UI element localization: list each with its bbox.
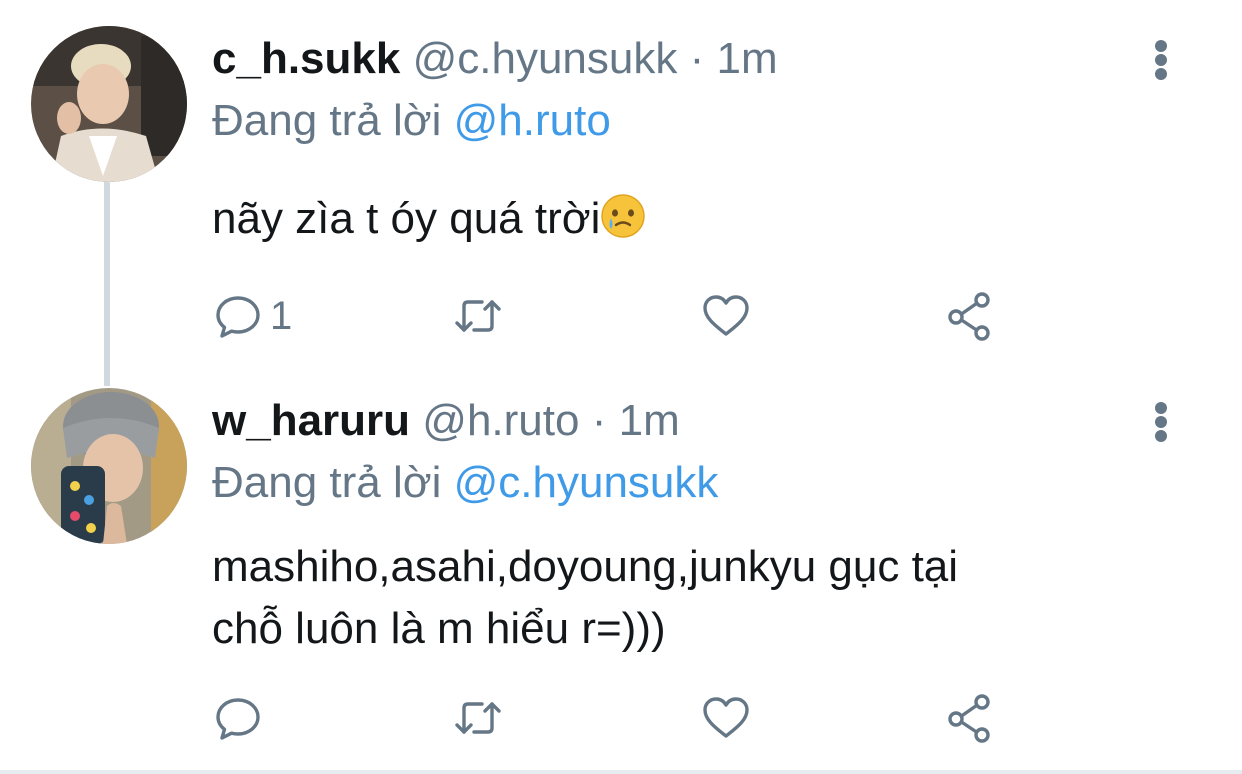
timestamp[interactable]: 1m: [716, 34, 777, 83]
retweet-icon: [455, 300, 501, 332]
share-icon: [948, 292, 990, 341]
tweet-text-line: chỗ luôn là m hiểu r=))): [212, 604, 666, 653]
separator-dot: ·: [689, 34, 705, 83]
tweet-header: c_h.sukk @c.hyunsukk · 1m: [212, 32, 778, 86]
tweet-text-line: mashiho,asahi,doyoung,junkyu gục tại: [212, 542, 959, 591]
replying-to-line: Đang trả lời @h.ruto: [212, 94, 611, 148]
reply-button[interactable]: 1: [212, 288, 292, 344]
comment-icon: [216, 296, 260, 338]
reply-button[interactable]: [212, 690, 270, 746]
replying-to-label: Đang trả lời: [212, 96, 442, 145]
separator-dot: ·: [591, 396, 607, 445]
display-name[interactable]: w_haruru: [212, 396, 410, 445]
mention-link[interactable]: @c.hyunsukk: [454, 458, 719, 507]
more-vertical-icon[interactable]: [1148, 38, 1174, 82]
display-name[interactable]: c_h.sukk: [212, 34, 400, 83]
user-handle[interactable]: @c.hyunsukk: [413, 34, 678, 83]
tweet-text: mashiho,asahi,doyoung,junkyu gục tại chỗ…: [212, 536, 1202, 660]
retweet-button[interactable]: [452, 288, 504, 344]
mention-link[interactable]: @h.ruto: [454, 96, 611, 145]
reply-count: 1: [270, 293, 293, 338]
tweet-text-content: nãy zìa t óy quá trời: [212, 194, 601, 243]
heart-icon: [703, 295, 749, 336]
tweet-actions: 1: [212, 288, 1212, 344]
avatar[interactable]: [31, 26, 187, 182]
replying-to-line: Đang trả lời @c.hyunsukk: [212, 456, 718, 510]
tweet-header: w_haruru @h.ruto · 1m: [212, 394, 680, 448]
retweet-icon: [455, 702, 501, 734]
tweet[interactable]: w_haruru @h.ruto · 1m Đang trả lời @c.hy…: [0, 388, 1242, 774]
like-button[interactable]: [700, 288, 752, 344]
tweet[interactable]: c_h.sukk @c.hyunsukk · 1m Đang trả lời @…: [0, 0, 1242, 388]
tweet-actions: [212, 690, 1212, 746]
tweet-text: nãy zìa t óy quá trời: [212, 188, 1202, 250]
retweet-button[interactable]: [452, 690, 504, 746]
more-vertical-icon[interactable]: [1148, 400, 1174, 444]
avatar[interactable]: [31, 388, 187, 544]
tweet-thread: c_h.sukk @c.hyunsukk · 1m Đang trả lời @…: [0, 0, 1242, 774]
share-icon: [948, 694, 990, 743]
user-handle[interactable]: @h.ruto: [422, 396, 579, 445]
share-button[interactable]: [944, 288, 996, 344]
bottom-divider: [0, 770, 1242, 774]
replying-to-label: Đang trả lời: [212, 458, 442, 507]
heart-icon: [703, 697, 749, 738]
face-holding-back-tears-emoji: [601, 194, 646, 238]
like-button[interactable]: [700, 690, 752, 746]
timestamp[interactable]: 1m: [619, 396, 680, 445]
comment-icon: [216, 698, 260, 740]
share-button[interactable]: [944, 690, 996, 746]
